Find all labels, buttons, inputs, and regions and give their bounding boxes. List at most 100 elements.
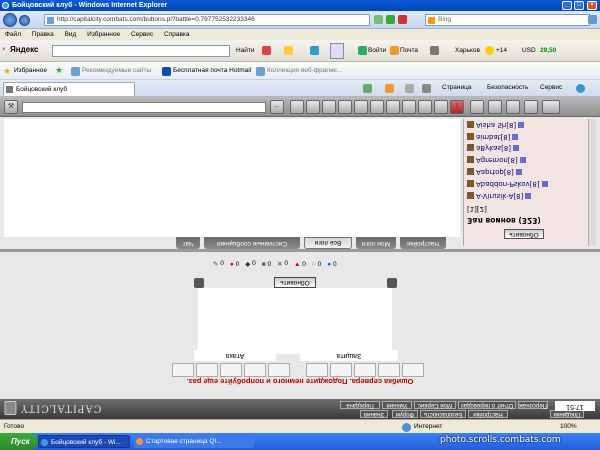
task-ie[interactable]: Бойцовский клуб - Wi... <box>38 435 130 448</box>
user-list-scrollbar[interactable] <box>588 119 596 246</box>
favorites-item-hotmail[interactable]: Бесплатная почта Hotmail <box>173 67 251 74</box>
url-input[interactable]: http://capitalcity.combats.com/buttons.p… <box>44 14 370 26</box>
hit-zone-slot[interactable] <box>244 363 266 377</box>
footer-forum-button[interactable]: Форум <box>392 410 418 418</box>
tools-menu[interactable]: Сервис <box>540 84 562 91</box>
menu-tools[interactable]: Сервис <box>131 31 153 38</box>
list-item[interactable]: A-Virusik-A[8] <box>467 190 532 200</box>
forward-button[interactable] <box>19 15 30 26</box>
close-toolbar-icon[interactable]: × <box>2 47 6 53</box>
home-icon[interactable] <box>363 84 372 93</box>
friends-icon[interactable] <box>488 100 502 114</box>
list-item[interactable]: Aaprtop[8] <box>467 166 522 176</box>
feeds-icon[interactable] <box>385 84 394 93</box>
favorites-item-suggested[interactable]: Рекомендуемые сайты <box>82 67 151 74</box>
user-list-refresh-button[interactable]: Обновить <box>504 229 544 239</box>
map-icon[interactable] <box>524 100 538 114</box>
footer-skills-button[interactable]: Умения <box>382 401 412 409</box>
block-zone-slot[interactable] <box>378 363 400 377</box>
user-list-pager[interactable]: [1][2] <box>467 203 487 213</box>
footer-service-button[interactable]: Мой Сервис <box>414 401 456 409</box>
menu-edit[interactable]: Правка <box>32 31 54 38</box>
settings-icon[interactable] <box>542 100 560 114</box>
yandex-login-button[interactable]: Войти <box>368 47 386 54</box>
search-go-icon[interactable] <box>588 15 597 24</box>
filter-icon[interactable] <box>322 100 336 114</box>
mail-read-icon[interactable] <box>405 84 414 93</box>
users-icon[interactable] <box>470 100 484 114</box>
search-input[interactable]: Bing <box>425 14 590 26</box>
add-favorite-icon[interactable]: ★ <box>55 65 63 76</box>
gear-icon[interactable] <box>430 46 439 55</box>
highlight-icon[interactable] <box>262 46 271 55</box>
block-zone-slot[interactable] <box>330 363 352 377</box>
tab-all-logs[interactable]: Все логи <box>304 237 352 249</box>
minimize-button[interactable]: _ <box>562 1 572 10</box>
safety-menu[interactable]: Безопасность <box>487 84 528 91</box>
bubble-icon[interactable] <box>284 46 293 55</box>
favorites-item-webslices[interactable]: Коллекция веб-фрагме... <box>267 67 342 74</box>
lock-icon[interactable] <box>434 100 448 114</box>
battle-refresh-button[interactable]: Обновить <box>274 277 316 288</box>
hit-zone-slot[interactable] <box>196 363 218 377</box>
block-zone-slot[interactable] <box>306 363 328 377</box>
task-qip[interactable]: Стартовая страница QI... <box>134 435 254 448</box>
chat-input[interactable] <box>22 102 266 113</box>
footer-fights-button[interactable]: Поединки <box>550 410 584 418</box>
weather-city[interactable]: Харьков <box>455 47 480 54</box>
tab-active[interactable]: Бойцовский клуб <box>3 82 135 96</box>
tab-system-messages[interactable]: Системные сообщения <box>204 237 300 249</box>
help-icon[interactable] <box>576 84 585 93</box>
print-icon[interactable] <box>422 84 431 93</box>
clear-icon[interactable] <box>306 100 320 114</box>
footer-character-button[interactable]: Персонаж <box>518 401 548 409</box>
yandex-find-button[interactable]: Найти <box>236 47 255 54</box>
music-icon[interactable] <box>386 100 400 114</box>
pause-icon[interactable] <box>370 100 384 114</box>
compat-icon[interactable] <box>374 15 383 24</box>
footer-knowledge-button[interactable]: Знания <box>360 410 388 418</box>
stop-icon[interactable] <box>398 15 407 24</box>
tab-chat[interactable]: Чат <box>176 237 200 249</box>
tab-my-logs[interactable]: Мои логи <box>356 237 396 249</box>
refresh-icon[interactable] <box>386 15 395 24</box>
back-button[interactable] <box>3 13 17 27</box>
hit-zone-slot[interactable] <box>268 363 290 377</box>
chart-icon[interactable] <box>310 46 319 55</box>
menu-help[interactable]: Справка <box>164 31 190 38</box>
footer-transfer-button[interactable]: Передача <box>340 401 380 409</box>
menu-favorites[interactable]: Избранное <box>87 31 120 38</box>
send-icon[interactable]: ← <box>270 100 284 114</box>
speaker-icon[interactable] <box>354 100 368 114</box>
list-item[interactable]: Abaddon-Pskov[8] <box>467 178 548 188</box>
list-item[interactable]: aimbat[8] <box>467 131 519 141</box>
yandex-mail-button[interactable]: Почта <box>400 47 418 54</box>
hit-zone-slot[interactable] <box>220 363 242 377</box>
start-button[interactable]: Пуск <box>0 433 38 450</box>
menu-view[interactable]: Вид <box>65 31 77 38</box>
close-button[interactable]: × <box>587 1 597 10</box>
translit-icon[interactable] <box>338 100 352 114</box>
page-menu[interactable]: Страница <box>442 84 471 91</box>
yandex-search-input[interactable] <box>52 45 230 57</box>
menu-file[interactable]: Файл <box>5 31 21 38</box>
list-item[interactable]: aBykas[8] <box>467 142 520 152</box>
smile-icon[interactable] <box>290 100 304 114</box>
yandex-logo[interactable]: Яндекс <box>10 45 38 54</box>
guild-icon[interactable] <box>506 100 520 114</box>
footer-security-button[interactable]: Безопасность <box>420 410 466 418</box>
currency-rate[interactable]: 29,50 <box>540 47 556 54</box>
maximize-button[interactable]: □ <box>574 1 584 10</box>
chat-tools-icon[interactable]: ⚒ <box>4 100 18 114</box>
sound-icon[interactable] <box>402 100 416 114</box>
hit-zone-slot[interactable] <box>172 363 194 377</box>
tab-settings[interactable]: Настройки <box>400 237 446 249</box>
footer-settings-button[interactable]: Настройки <box>468 410 508 418</box>
list-item[interactable]: Aisha Sh[8] <box>467 119 525 129</box>
favorites-button[interactable]: Избранное <box>14 67 47 74</box>
footer-report-button[interactable]: Отчет о переводах <box>458 401 516 409</box>
block-zone-slot[interactable] <box>402 363 424 377</box>
list-item[interactable]: Agremon[8] <box>467 154 526 164</box>
block-zone-slot[interactable] <box>354 363 376 377</box>
clock-icon[interactable] <box>418 100 432 114</box>
